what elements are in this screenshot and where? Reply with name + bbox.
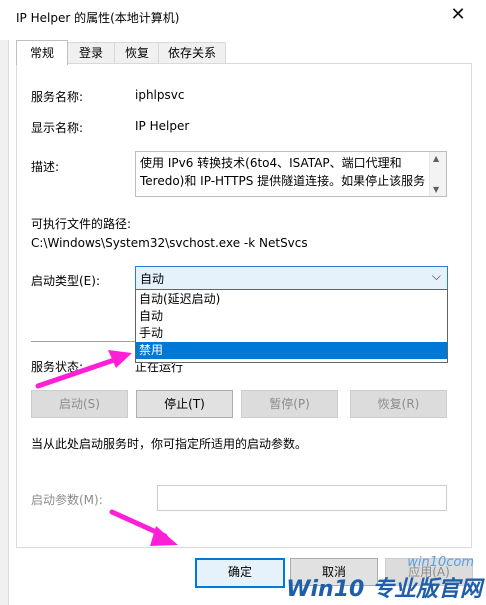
startup-hint-text: 当从此处启动服务时，你可指定所适用的启动参数。 [31, 437, 308, 451]
startup-option-auto[interactable]: 自动 [136, 308, 447, 325]
watermark-url: win10com [407, 555, 474, 570]
window-title: IP Helper 的属性(本地计算机) [16, 11, 180, 25]
description-scrollbar[interactable]: ▲ ▼ [429, 152, 446, 196]
scroll-up-icon[interactable]: ▲ [433, 154, 439, 163]
watermark-text: Win10 专业版官网 [286, 577, 482, 602]
startup-option-delayed[interactable]: 自动(延迟启动) [136, 291, 447, 308]
startup-type-dropdown: 自动(延迟启动) 自动 手动 禁用 [135, 289, 448, 363]
separator [31, 341, 135, 342]
startup-type-label: 启动类型(E): [31, 274, 100, 288]
tab-recovery[interactable]: 恢复 [114, 42, 160, 64]
start-params-input[interactable] [157, 485, 447, 511]
stop-button[interactable]: 停止(T) [136, 390, 233, 418]
background-window-edge [0, 40, 9, 605]
start-params-label: 启动参数(M): [31, 493, 103, 507]
startup-option-manual[interactable]: 手动 [136, 325, 447, 342]
tab-general[interactable]: 常规 [16, 40, 68, 65]
display-name-label: 显示名称: [31, 121, 84, 135]
path-value: C:\Windows\System32\svchost.exe -k NetSv… [31, 236, 308, 250]
title-bar: IP Helper 的属性(本地计算机) ✕ [0, 0, 486, 32]
tab-dependencies[interactable]: 依存关系 [158, 42, 226, 64]
close-icon[interactable]: ✕ [444, 4, 472, 26]
startup-option-disabled[interactable]: 禁用 [136, 342, 447, 359]
resume-button[interactable]: 恢复(R) [350, 390, 447, 418]
description-text: 使用 IPv6 转换技术(6to4、ISATAP、端口代理和 Teredo)和 … [140, 156, 426, 188]
chevron-down-icon[interactable]: ⌵ [432, 269, 441, 284]
tab-logon[interactable]: 登录 [66, 42, 116, 64]
description-box[interactable]: 使用 IPv6 转换技术(6to4、ISATAP、端口代理和 Teredo)和 … [135, 151, 447, 197]
path-label: 可执行文件的路径: [31, 217, 132, 231]
service-name-value: iphlpsvc [135, 88, 185, 102]
service-name-label: 服务名称: [31, 90, 84, 104]
watermark-logo: win10com Win10 专业版官网 [286, 555, 482, 603]
pause-button[interactable]: 暂停(P) [241, 390, 338, 418]
startup-type-selected: 自动 [140, 272, 165, 286]
scroll-down-icon[interactable]: ▼ [433, 185, 439, 194]
ok-button[interactable]: 确定 [195, 558, 285, 588]
description-label: 描述: [31, 160, 60, 174]
startup-type-select[interactable]: 自动 ⌵ [135, 266, 448, 290]
service-status-label: 服务状态: [31, 360, 84, 374]
display-name-value: IP Helper [135, 119, 190, 133]
start-button[interactable]: 启动(S) [31, 390, 128, 418]
